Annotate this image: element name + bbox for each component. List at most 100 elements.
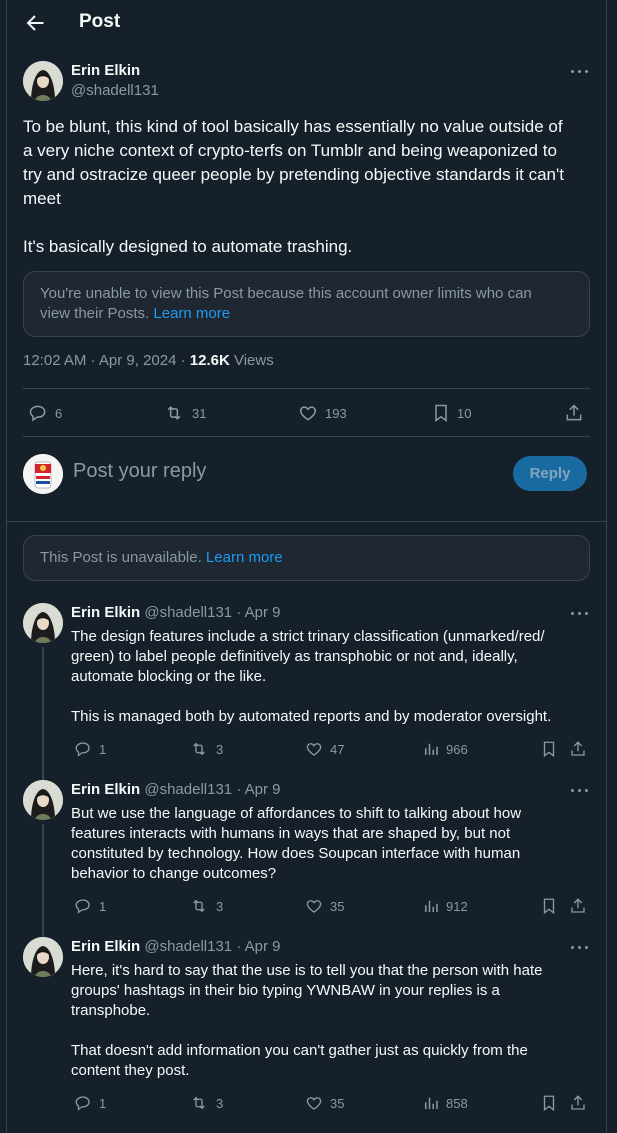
analytics-icon	[425, 743, 438, 755]
reply-action[interactable]: 6	[27, 403, 62, 423]
reply-date[interactable]: Apr 9	[245, 781, 281, 798]
learn-more-link[interactable]: Learn more	[153, 305, 230, 322]
section-divider	[7, 521, 606, 522]
restricted-notice-text: You're unable to view this Post because …	[40, 284, 585, 324]
reply-avatar[interactable]	[23, 937, 63, 977]
reply-author-handle[interactable]: @shadell131	[144, 604, 232, 621]
divider	[23, 388, 590, 389]
top-bar: Post	[7, 0, 606, 46]
like-action[interactable]: 35	[304, 1094, 344, 1112]
page-title: Post	[79, 11, 121, 32]
repost-action[interactable]: 3	[188, 897, 223, 915]
unavailable-learn-more-link[interactable]: Learn more	[206, 549, 283, 566]
bookmark-icon	[435, 404, 447, 422]
views-action[interactable]: 912	[422, 897, 468, 915]
post-timestamp[interactable]: 12:02 AM · Apr 9, 2024 ·	[23, 352, 190, 369]
bookmark-action[interactable]: 10	[431, 403, 471, 423]
current-user-avatar[interactable]	[23, 454, 63, 494]
like-action[interactable]: 193	[297, 403, 347, 423]
reply-text: The design features include a strict tri…	[71, 628, 552, 725]
analytics-icon	[425, 900, 438, 912]
reply-icon	[75, 742, 90, 757]
repost-action[interactable]: 3	[188, 740, 223, 758]
bookmark-icon	[543, 1095, 555, 1112]
views-count: 858	[446, 1095, 468, 1111]
repost-action[interactable]: 3	[188, 1094, 223, 1112]
repost-icon	[193, 742, 205, 756]
timeline-column: Post Erin Elkin @shadell131 To be blunt,…	[6, 0, 607, 1133]
reply-header: Erin Elkin @shadell131 · Apr 9	[71, 938, 281, 955]
like-action[interactable]: 35	[304, 897, 344, 915]
reply-author-handle[interactable]: @shadell131	[144, 938, 232, 955]
reply-avatar[interactable]	[23, 780, 63, 820]
repost-icon	[193, 1096, 205, 1110]
like-count: 193	[325, 405, 347, 421]
reply-author-name[interactable]: Erin Elkin	[71, 781, 140, 798]
bookmark-count: 10	[457, 405, 472, 421]
views-label: Views	[229, 352, 274, 369]
reply-icon	[75, 1096, 90, 1111]
heart-icon	[306, 1097, 322, 1110]
more-options-icon[interactable]	[570, 784, 590, 798]
post-meta: 12:02 AM · Apr 9, 2024 · 12.6K Views	[23, 352, 274, 369]
repost-count: 3	[216, 741, 224, 757]
reply-date[interactable]: Apr 9	[245, 604, 281, 621]
like-count: 35	[330, 1095, 345, 1111]
share-action[interactable]	[564, 403, 584, 423]
author-avatar[interactable]	[23, 61, 63, 101]
author-name[interactable]: Erin Elkin	[71, 62, 140, 79]
reply-button[interactable]: Reply	[513, 456, 587, 491]
share-icon	[571, 741, 585, 756]
reply-separator: ·	[232, 781, 245, 798]
reply-text: Here, it's hard to say that the use is t…	[71, 962, 543, 1079]
bookmark-icon	[543, 898, 555, 915]
restricted-notice-message: You're unable to view this Post because …	[40, 285, 532, 322]
reply-avatar[interactable]	[23, 603, 63, 643]
bookmark-action[interactable]	[540, 740, 558, 758]
reply-separator: ·	[232, 938, 245, 955]
views-action[interactable]: 858	[422, 1094, 468, 1112]
share-icon	[571, 1095, 585, 1110]
more-options-icon[interactable]	[570, 607, 590, 621]
reply-author-handle[interactable]: @shadell131	[144, 781, 232, 798]
more-options-icon[interactable]	[570, 941, 590, 955]
analytics-icon	[425, 1097, 438, 1109]
reply-author-name[interactable]: Erin Elkin	[71, 938, 140, 955]
reply-action[interactable]: 1	[73, 740, 106, 758]
bookmark-icon	[543, 741, 555, 758]
reply-date[interactable]: Apr 9	[245, 938, 281, 955]
unavailable-text: This Post is unavailable. Learn more	[40, 548, 283, 568]
share-action[interactable]	[569, 1094, 587, 1112]
repost-icon	[167, 406, 181, 420]
heart-icon	[306, 743, 322, 756]
reply-header: Erin Elkin @shadell131 · Apr 9	[71, 781, 281, 798]
reply-header: Erin Elkin @shadell131 · Apr 9	[71, 604, 281, 621]
restricted-notice: You're unable to view this Post because …	[23, 271, 590, 337]
reply-action[interactable]: 1	[73, 897, 106, 915]
bookmark-action[interactable]	[540, 897, 558, 915]
reply-action[interactable]: 1	[73, 1094, 106, 1112]
repost-count: 3	[216, 898, 224, 914]
like-action[interactable]: 47	[304, 740, 344, 758]
more-options-icon[interactable]	[570, 65, 590, 79]
share-icon	[566, 404, 582, 421]
reply-count: 1	[99, 741, 107, 757]
share-action[interactable]	[569, 897, 587, 915]
like-count: 35	[330, 898, 345, 914]
views-count: 12.6K	[189, 352, 230, 369]
reply-icon	[75, 899, 90, 914]
reply-author-name[interactable]: Erin Elkin	[71, 604, 140, 621]
views-action[interactable]: 966	[422, 740, 468, 758]
author-handle[interactable]: @shadell131	[71, 82, 159, 99]
reply-text: But we use the language of affordances t…	[71, 805, 522, 882]
bookmark-action[interactable]	[540, 1094, 558, 1112]
repost-count: 3	[216, 1095, 224, 1111]
reply-separator: ·	[232, 604, 245, 621]
like-count: 47	[330, 741, 345, 757]
heart-icon	[299, 406, 317, 421]
share-action[interactable]	[569, 740, 587, 758]
back-arrow-icon[interactable]	[23, 11, 47, 35]
repost-action[interactable]: 31	[162, 403, 206, 423]
reply-input[interactable]: Post your reply	[73, 460, 206, 483]
post-text: To be blunt, this kind of tool basically…	[23, 117, 564, 256]
